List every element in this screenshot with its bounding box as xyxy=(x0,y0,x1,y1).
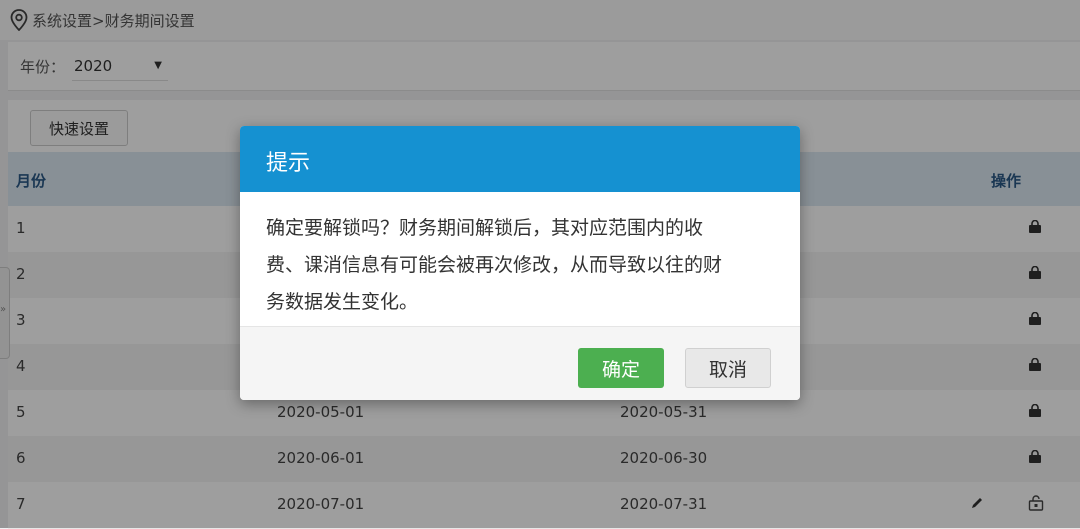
dialog-message-line: 确定要解锁吗？财务期间解锁后，其对应范围内的收 xyxy=(266,217,704,239)
confirm-dialog: 提示 确定要解锁吗？财务期间解锁后，其对应范围内的收 费、课消信息有可能会被再次… xyxy=(240,126,800,400)
cancel-button[interactable]: 取消 xyxy=(685,348,771,388)
dialog-footer: 确定 取消 xyxy=(240,326,800,400)
confirm-button[interactable]: 确定 xyxy=(578,348,664,388)
dialog-message-line: 费、课消信息有可能会被再次修改，从而导致以往的财 xyxy=(266,254,723,276)
dialog-message: 确定要解锁吗？财务期间解锁后，其对应范围内的收 费、课消信息有可能会被再次修改，… xyxy=(266,210,780,321)
dialog-message-line: 务数据发生变化。 xyxy=(266,291,419,313)
dialog-header: 提示 xyxy=(240,126,800,192)
dialog-title: 提示 xyxy=(266,151,311,176)
